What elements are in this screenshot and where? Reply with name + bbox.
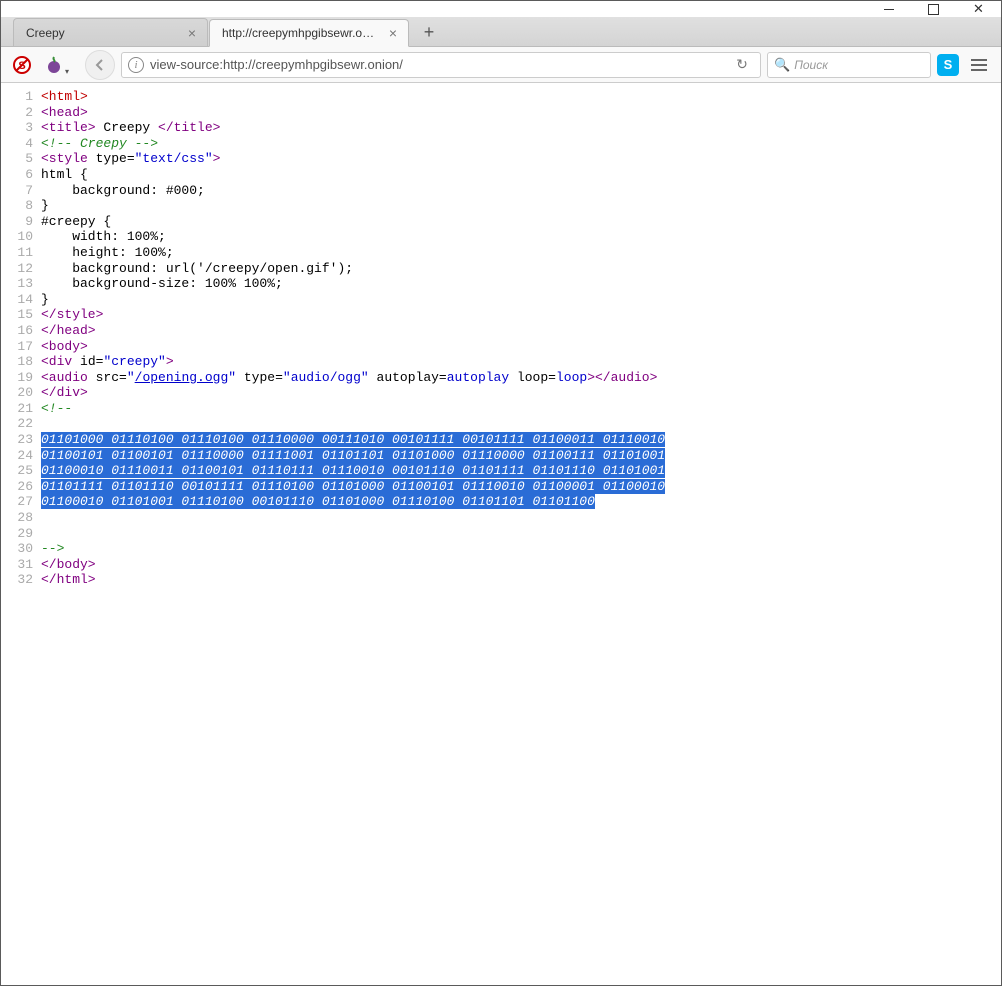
tab-view-source[interactable]: http://creepymhpgibsewr.oni... × [209, 19, 409, 47]
source-line: 13 background-size: 100% 100%; [1, 276, 1001, 292]
source-line: 30--> [1, 541, 1001, 557]
tab-close-icon[interactable]: × [185, 25, 199, 41]
source-line: 15</style> [1, 307, 1001, 323]
reload-icon[interactable]: ↻ [730, 56, 754, 73]
url-text: view-source:http://creepymhpgibsewr.onio… [150, 57, 724, 72]
source-line: 2501100010 01110011 01100101 01110111 01… [1, 463, 1001, 479]
search-placeholder: Поиск [794, 58, 828, 72]
line-number: 24 [1, 448, 41, 464]
source-line: 16</head> [1, 323, 1001, 339]
line-number: 20 [1, 385, 41, 401]
source-line: 19<audio src="/opening.ogg" type="audio/… [1, 370, 1001, 386]
source-line: 6html { [1, 167, 1001, 183]
source-line: 2401100101 01100101 01110000 01111001 01… [1, 448, 1001, 464]
source-line: 32</html> [1, 572, 1001, 588]
tor-onion-icon[interactable]: ▾ [41, 52, 67, 78]
source-line: 8} [1, 198, 1001, 214]
source-line: 2601101111 01101110 00101111 01110100 01… [1, 479, 1001, 495]
line-number: 32 [1, 572, 41, 588]
line-number: 28 [1, 510, 41, 526]
source-line: 12 background: url('/creepy/open.gif'); [1, 261, 1001, 277]
source-line: 2301101000 01110100 01110100 01110000 00… [1, 432, 1001, 448]
line-number: 21 [1, 401, 41, 417]
line-number: 19 [1, 370, 41, 386]
skype-icon[interactable]: S [937, 54, 959, 76]
source-line: 2701100010 01101001 01110100 00101110 01… [1, 494, 1001, 510]
window-titlebar [1, 1, 1001, 17]
tab-title: http://creepymhpgibsewr.oni... [222, 26, 380, 40]
line-number: 17 [1, 339, 41, 355]
line-number: 3 [1, 120, 41, 136]
line-number: 18 [1, 354, 41, 370]
source-line: 3<title> Creepy </title> [1, 120, 1001, 136]
line-number: 2 [1, 105, 41, 121]
line-number: 10 [1, 229, 41, 245]
view-source-content[interactable]: 1<html>2<head>3<title> Creepy </title>4<… [1, 83, 1001, 588]
source-line: 5<style type="text/css"> [1, 151, 1001, 167]
source-line: 18<div id="creepy"> [1, 354, 1001, 370]
source-line: 17<body> [1, 339, 1001, 355]
site-info-icon[interactable]: i [128, 57, 144, 73]
line-number: 13 [1, 276, 41, 292]
line-number: 14 [1, 292, 41, 308]
tab-close-icon[interactable]: × [386, 25, 400, 41]
menu-button[interactable] [965, 52, 993, 78]
source-line: 10 width: 100%; [1, 229, 1001, 245]
search-icon: 🔍 [774, 57, 790, 73]
source-line: 11 height: 100%; [1, 245, 1001, 261]
line-number: 16 [1, 323, 41, 339]
line-number: 12 [1, 261, 41, 277]
line-number: 29 [1, 526, 41, 542]
line-number: 8 [1, 198, 41, 214]
window-minimize-button[interactable] [866, 1, 911, 17]
source-line: 20</div> [1, 385, 1001, 401]
noscript-icon[interactable]: S [9, 52, 35, 78]
line-number: 25 [1, 463, 41, 479]
window-maximize-button[interactable] [911, 1, 956, 17]
source-line: 4<!-- Creepy --> [1, 136, 1001, 152]
tab-title: Creepy [26, 26, 179, 40]
source-line: 28 [1, 510, 1001, 526]
line-number: 31 [1, 557, 41, 573]
tab-bar: Creepy × http://creepymhpgibsewr.oni... … [1, 17, 1001, 47]
line-number: 9 [1, 214, 41, 230]
source-line: 31</body> [1, 557, 1001, 573]
line-number: 27 [1, 494, 41, 510]
source-line: 14} [1, 292, 1001, 308]
line-number: 22 [1, 416, 41, 432]
line-number: 4 [1, 136, 41, 152]
new-tab-button[interactable]: + [416, 20, 442, 44]
line-number: 26 [1, 479, 41, 495]
line-number: 30 [1, 541, 41, 557]
source-line: 9#creepy { [1, 214, 1001, 230]
line-number: 23 [1, 432, 41, 448]
line-number: 5 [1, 151, 41, 167]
line-number: 6 [1, 167, 41, 183]
back-button[interactable] [85, 50, 115, 80]
source-line: 1<html> [1, 89, 1001, 105]
url-bar[interactable]: i view-source:http://creepymhpgibsewr.on… [121, 52, 761, 78]
search-bar[interactable]: 🔍 Поиск [767, 52, 931, 78]
source-line: 22 [1, 416, 1001, 432]
tab-creepy[interactable]: Creepy × [13, 18, 208, 46]
toolbar: S ▾ i view-source:http://creepymhpgibsew… [1, 47, 1001, 83]
source-line: 21<!-- [1, 401, 1001, 417]
source-line: 7 background: #000; [1, 183, 1001, 199]
window-close-button[interactable] [956, 1, 1001, 17]
line-number: 11 [1, 245, 41, 261]
source-line: 29 [1, 526, 1001, 542]
line-number: 1 [1, 89, 41, 105]
source-line: 2<head> [1, 105, 1001, 121]
line-number: 15 [1, 307, 41, 323]
line-number: 7 [1, 183, 41, 199]
